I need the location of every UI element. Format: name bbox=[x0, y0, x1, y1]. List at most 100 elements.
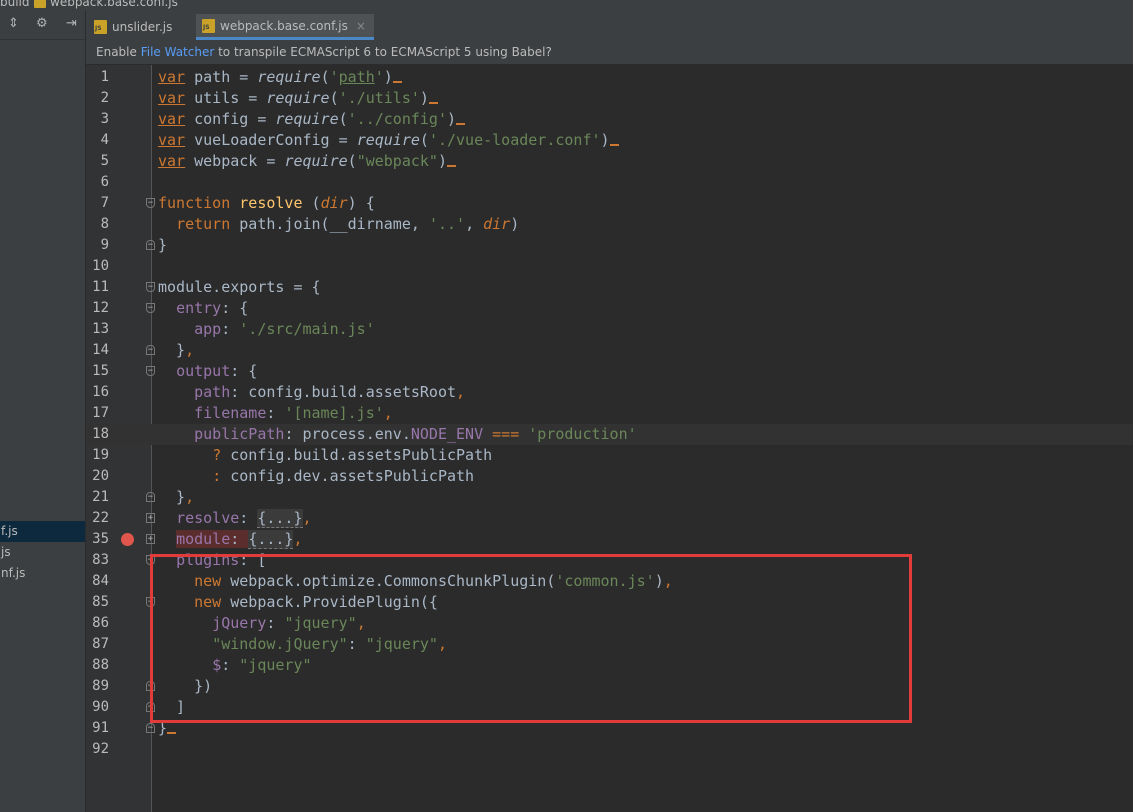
code-text[interactable]: publicPath: process.env.NODE_ENV === 'pr… bbox=[158, 424, 637, 445]
code-line[interactable]: 20 : config.dev.assetsPublicPath bbox=[86, 466, 1133, 487]
collapse-fold-icon[interactable]: − bbox=[146, 198, 155, 208]
collapse-fold-icon[interactable]: − bbox=[146, 366, 155, 376]
line-number: 86 bbox=[92, 615, 109, 631]
code-text[interactable]: var path = require('path') bbox=[158, 67, 402, 88]
breadcrumb-folder[interactable]: build bbox=[0, 0, 30, 9]
line-number: 22 bbox=[92, 510, 109, 526]
code-line[interactable]: 15 − output: { bbox=[86, 361, 1133, 382]
code-line[interactable]: 10 bbox=[86, 256, 1133, 277]
code-line[interactable]: 92 bbox=[86, 739, 1133, 760]
code-line[interactable]: 2 var utils = require('./utils') bbox=[86, 88, 1133, 109]
code-line[interactable]: 14 − }, bbox=[86, 340, 1133, 361]
js-file-icon bbox=[34, 0, 46, 8]
tab-webpack-base-conf[interactable]: webpack.base.conf.js × bbox=[196, 14, 374, 40]
code-text[interactable]: var config = require('../config') bbox=[158, 109, 466, 130]
breadcrumb-file[interactable]: webpack.base.conf.js bbox=[50, 0, 178, 9]
close-icon[interactable]: × bbox=[356, 19, 366, 33]
code-text[interactable]: ? config.build.assetsPublicPath bbox=[158, 445, 492, 466]
line-number: 9 bbox=[100, 237, 109, 253]
code-text[interactable]: entry: { bbox=[158, 298, 248, 319]
line-number: 12 bbox=[92, 300, 109, 316]
line-number: 18 bbox=[92, 426, 109, 442]
code-text[interactable]: } bbox=[158, 235, 167, 256]
gear-icon[interactable]: ⚙ bbox=[36, 16, 48, 32]
project-panel: ⇕ ⚙ ⇥ f.js js nf.js bbox=[0, 11, 86, 812]
collapse-icon[interactable]: ⇕ bbox=[8, 16, 19, 32]
js-file-icon bbox=[94, 20, 107, 34]
code-text[interactable]: var webpack = require("webpack") bbox=[158, 151, 456, 172]
line-number: 10 bbox=[92, 258, 109, 274]
code-line[interactable]: 1 var path = require('path') bbox=[86, 67, 1133, 88]
collapse-fold-icon[interactable]: − bbox=[146, 303, 155, 313]
code-line[interactable]: 22 + resolve: {...}, bbox=[86, 508, 1133, 529]
code-line[interactable]: 18 publicPath: process.env.NODE_ENV === … bbox=[86, 424, 1133, 445]
code-text[interactable]: var utils = require('./utils') bbox=[158, 88, 438, 109]
expand-fold-icon[interactable]: + bbox=[146, 513, 155, 523]
tab-label: unslider.js bbox=[112, 20, 173, 34]
project-file-item[interactable]: f.js bbox=[0, 521, 85, 542]
code-line[interactable]: 12 − entry: { bbox=[86, 298, 1133, 319]
line-number: 88 bbox=[92, 657, 109, 673]
code-line[interactable]: 21 − }, bbox=[86, 487, 1133, 508]
breakpoint-icon[interactable] bbox=[121, 533, 134, 546]
tab-label: webpack.base.conf.js bbox=[220, 18, 348, 33]
line-number: 87 bbox=[92, 636, 109, 652]
code-line[interactable]: 16 path: config.build.assetsRoot, bbox=[86, 382, 1133, 403]
line-number: 19 bbox=[92, 447, 109, 463]
code-text[interactable]: function resolve (dir) { bbox=[158, 193, 375, 214]
code-text[interactable]: app: './src/main.js' bbox=[158, 319, 375, 340]
code-line[interactable]: 7 − function resolve (dir) { bbox=[86, 193, 1133, 214]
expand-fold-icon[interactable]: + bbox=[146, 534, 155, 544]
code-text[interactable]: path: config.build.assetsRoot, bbox=[158, 382, 465, 403]
collapse-fold-icon[interactable]: − bbox=[146, 492, 155, 502]
file-watcher-notification: Enable File Watcher to transpile ECMAScr… bbox=[86, 40, 1133, 64]
navigation-breadcrumb: build webpack.base.conf.js bbox=[0, 0, 1133, 11]
collapse-fold-icon[interactable]: − bbox=[146, 240, 155, 250]
js-file-icon bbox=[202, 18, 215, 33]
collapse-fold-icon[interactable]: − bbox=[146, 282, 155, 292]
line-number: 16 bbox=[92, 384, 109, 400]
code-line[interactable]: 9 −} bbox=[86, 235, 1133, 256]
code-text[interactable]: return path.join(__dirname, '..', dir) bbox=[158, 214, 519, 235]
code-text[interactable]: filename: '[name].js', bbox=[158, 403, 393, 424]
line-number: 15 bbox=[92, 363, 109, 379]
code-line[interactable]: 4 var vueLoaderConfig = require('./vue-lo… bbox=[86, 130, 1133, 151]
code-text[interactable]: var vueLoaderConfig = require('./vue-loa… bbox=[158, 130, 619, 151]
hide-icon[interactable]: ⇥ bbox=[66, 16, 77, 32]
code-line[interactable]: 17 filename: '[name].js', bbox=[86, 403, 1133, 424]
annotation-highlight-box bbox=[150, 554, 912, 723]
tab-unslider[interactable]: unslider.js bbox=[88, 14, 180, 40]
collapse-fold-icon[interactable]: − bbox=[146, 723, 155, 733]
line-number: 84 bbox=[92, 573, 109, 589]
code-text[interactable]: }, bbox=[158, 487, 194, 508]
line-number: 7 bbox=[100, 195, 109, 211]
line-number: 21 bbox=[92, 489, 109, 505]
code-line[interactable]: 3 var config = require('../config') bbox=[86, 109, 1133, 130]
notification-text: Enable bbox=[96, 45, 141, 59]
code-line[interactable]: 19 ? config.build.assetsPublicPath bbox=[86, 445, 1133, 466]
code-line[interactable]: 6 bbox=[86, 172, 1133, 193]
line-number: 3 bbox=[100, 111, 109, 127]
project-file-item[interactable]: nf.js bbox=[0, 563, 85, 584]
code-line[interactable]: 11 − module.exports = { bbox=[86, 277, 1133, 298]
code-line[interactable]: 35 + module: {...}, bbox=[86, 529, 1133, 550]
code-text[interactable]: resolve: {...}, bbox=[158, 508, 312, 529]
code-line[interactable]: 8 return path.join(__dirname, '..', dir) bbox=[86, 214, 1133, 235]
file-watcher-link[interactable]: File Watcher bbox=[141, 45, 215, 59]
code-line[interactable]: 5 var webpack = require("webpack") bbox=[86, 151, 1133, 172]
notification-text: to transpile ECMAScript 6 to ECMAScript … bbox=[214, 45, 552, 59]
code-text[interactable]: module.exports = { bbox=[158, 277, 321, 298]
collapse-fold-icon[interactable]: − bbox=[146, 345, 155, 355]
project-file-item[interactable]: js bbox=[0, 542, 85, 563]
code-text[interactable]: }, bbox=[158, 340, 194, 361]
line-number: 8 bbox=[100, 216, 109, 232]
project-toolbar: ⇕ ⚙ ⇥ bbox=[0, 11, 85, 40]
line-number: 35 bbox=[92, 531, 109, 547]
line-number: 90 bbox=[92, 699, 109, 715]
code-line[interactable]: 13 app: './src/main.js' bbox=[86, 319, 1133, 340]
line-number: 5 bbox=[100, 153, 109, 169]
code-text[interactable]: module: {...}, bbox=[158, 529, 303, 550]
editor-tab-bar: unslider.js webpack.base.conf.js × bbox=[86, 11, 1133, 41]
code-text[interactable]: output: { bbox=[158, 361, 257, 382]
code-text[interactable]: : config.dev.assetsPublicPath bbox=[158, 466, 474, 487]
